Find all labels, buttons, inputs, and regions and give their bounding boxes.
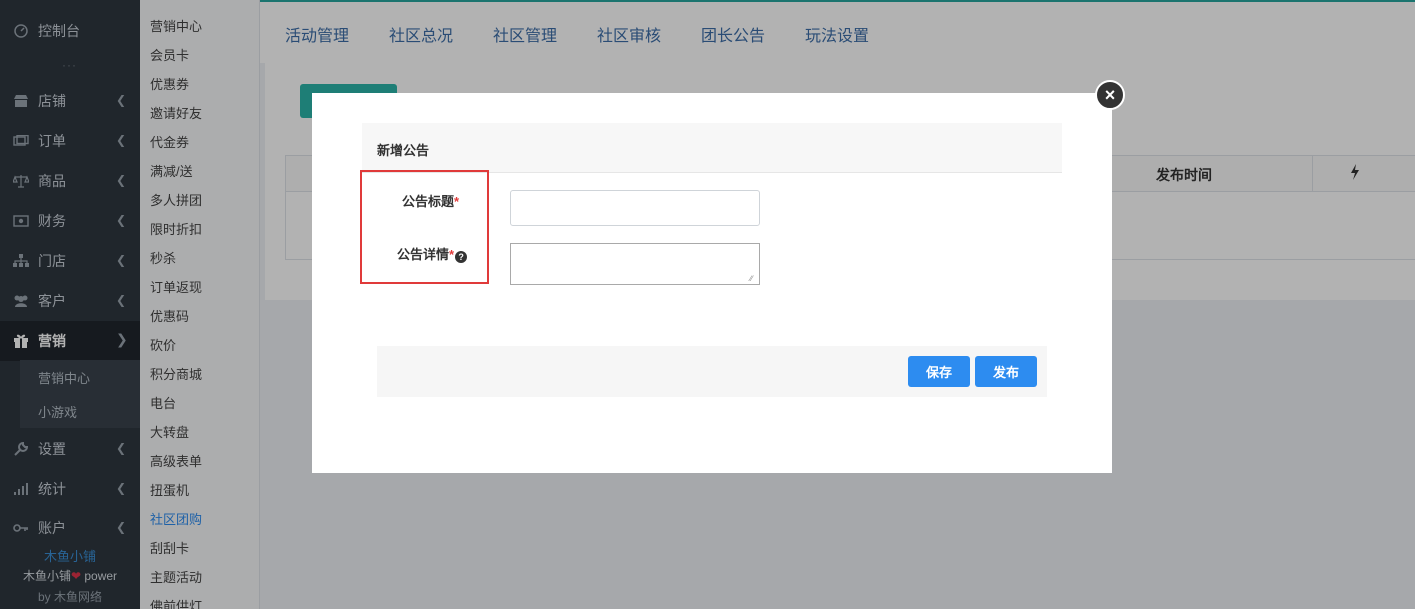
- resize-handle-icon[interactable]: ∕∕: [750, 275, 758, 283]
- panel-title: 新增公告: [362, 123, 1062, 173]
- close-icon[interactable]: ×: [1095, 80, 1125, 110]
- notice-detail-textarea[interactable]: [510, 243, 760, 285]
- notice-title-input[interactable]: [510, 190, 760, 226]
- annotation-highlight-box: [360, 170, 489, 284]
- save-button[interactable]: 保存: [908, 356, 970, 387]
- publish-button[interactable]: 发布: [975, 356, 1037, 387]
